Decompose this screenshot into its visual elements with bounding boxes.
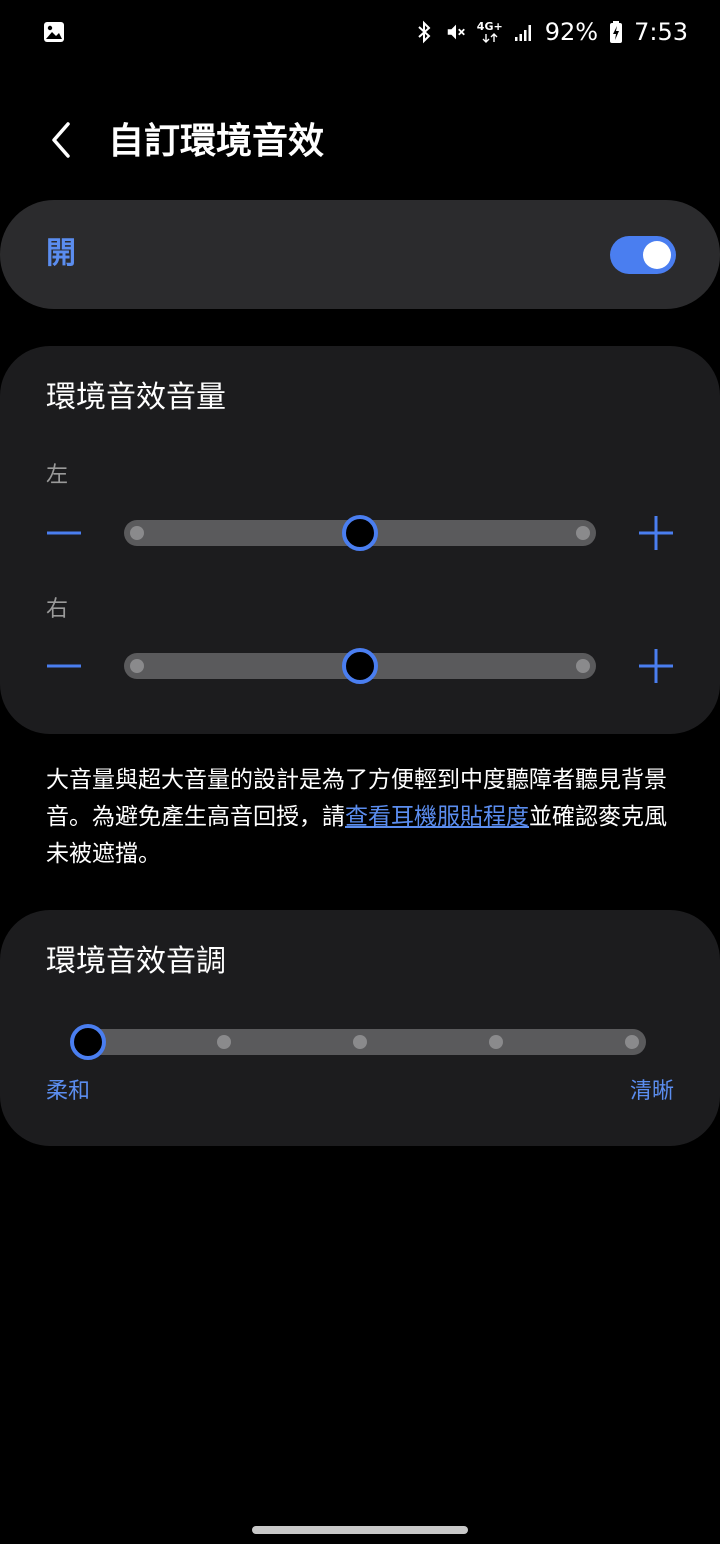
mute-icon: [445, 20, 467, 44]
network-4g-icon: 4G+: [477, 20, 503, 44]
battery-percentage: 92%: [544, 18, 599, 46]
right-decrease-button[interactable]: [44, 646, 84, 686]
back-button[interactable]: [36, 112, 84, 168]
master-toggle-label: 開: [46, 236, 76, 271]
left-label: 左: [46, 463, 69, 488]
battery-charging-icon: [608, 20, 624, 44]
left-increase-button[interactable]: [636, 513, 676, 553]
slider-min-dot: [130, 659, 144, 673]
status-bar: 4G+ 92% 7:53: [0, 0, 720, 64]
switch-track: [610, 236, 676, 274]
ambient-tone-card: 環境音效音調 柔和 清晰: [0, 910, 720, 1146]
right-volume-thumb[interactable]: [342, 648, 378, 684]
left-decrease-button[interactable]: [44, 513, 84, 553]
slider-min-dot: [130, 526, 144, 540]
app-header: 自訂環境音效: [0, 100, 720, 184]
ambient-volume-title: 環境音效音量: [46, 380, 226, 415]
slider-max-dot: [576, 659, 590, 673]
clock: 7:53: [634, 18, 688, 46]
bluetooth-icon: [413, 20, 435, 44]
master-toggle-switch[interactable]: [610, 236, 676, 274]
right-increase-button[interactable]: [636, 646, 676, 686]
minus-icon: [47, 531, 81, 535]
gallery-icon: [42, 20, 66, 44]
ambient-tone-slider[interactable]: [70, 1024, 646, 1060]
slider-max-dot: [576, 526, 590, 540]
tone-step-dot: [489, 1035, 503, 1049]
tone-step-dot: [625, 1035, 639, 1049]
tone-thumb[interactable]: [70, 1024, 106, 1060]
right-label: 右: [46, 597, 69, 622]
hearing-description: 大音量與超大音量的設計是為了方便輕到中度聽障者聽見背景音。為避免產生高音回授，請…: [46, 762, 676, 873]
minus-icon: [47, 664, 81, 668]
left-volume-slider[interactable]: [124, 515, 596, 551]
ambient-tone-title: 環境音效音調: [46, 944, 226, 979]
back-arrow-icon: [52, 122, 70, 158]
plus-icon: [639, 516, 673, 550]
check-fit-link[interactable]: 查看耳機服貼程度: [345, 804, 529, 830]
tone-min-label: 柔和: [46, 1079, 91, 1104]
ambient-volume-card: 環境音效音量 左 右: [0, 346, 720, 734]
signal-icon: [513, 20, 535, 44]
tone-step-dot: [217, 1035, 231, 1049]
right-volume-slider[interactable]: [124, 648, 596, 684]
tone-step-dot: [353, 1035, 367, 1049]
page-title: 自訂環境音效: [108, 121, 325, 162]
plus-icon: [639, 649, 673, 683]
switch-knob: [643, 241, 671, 269]
home-indicator[interactable]: [252, 1526, 468, 1534]
left-volume-thumb[interactable]: [342, 515, 378, 551]
tone-max-label: 清晰: [629, 1079, 674, 1104]
